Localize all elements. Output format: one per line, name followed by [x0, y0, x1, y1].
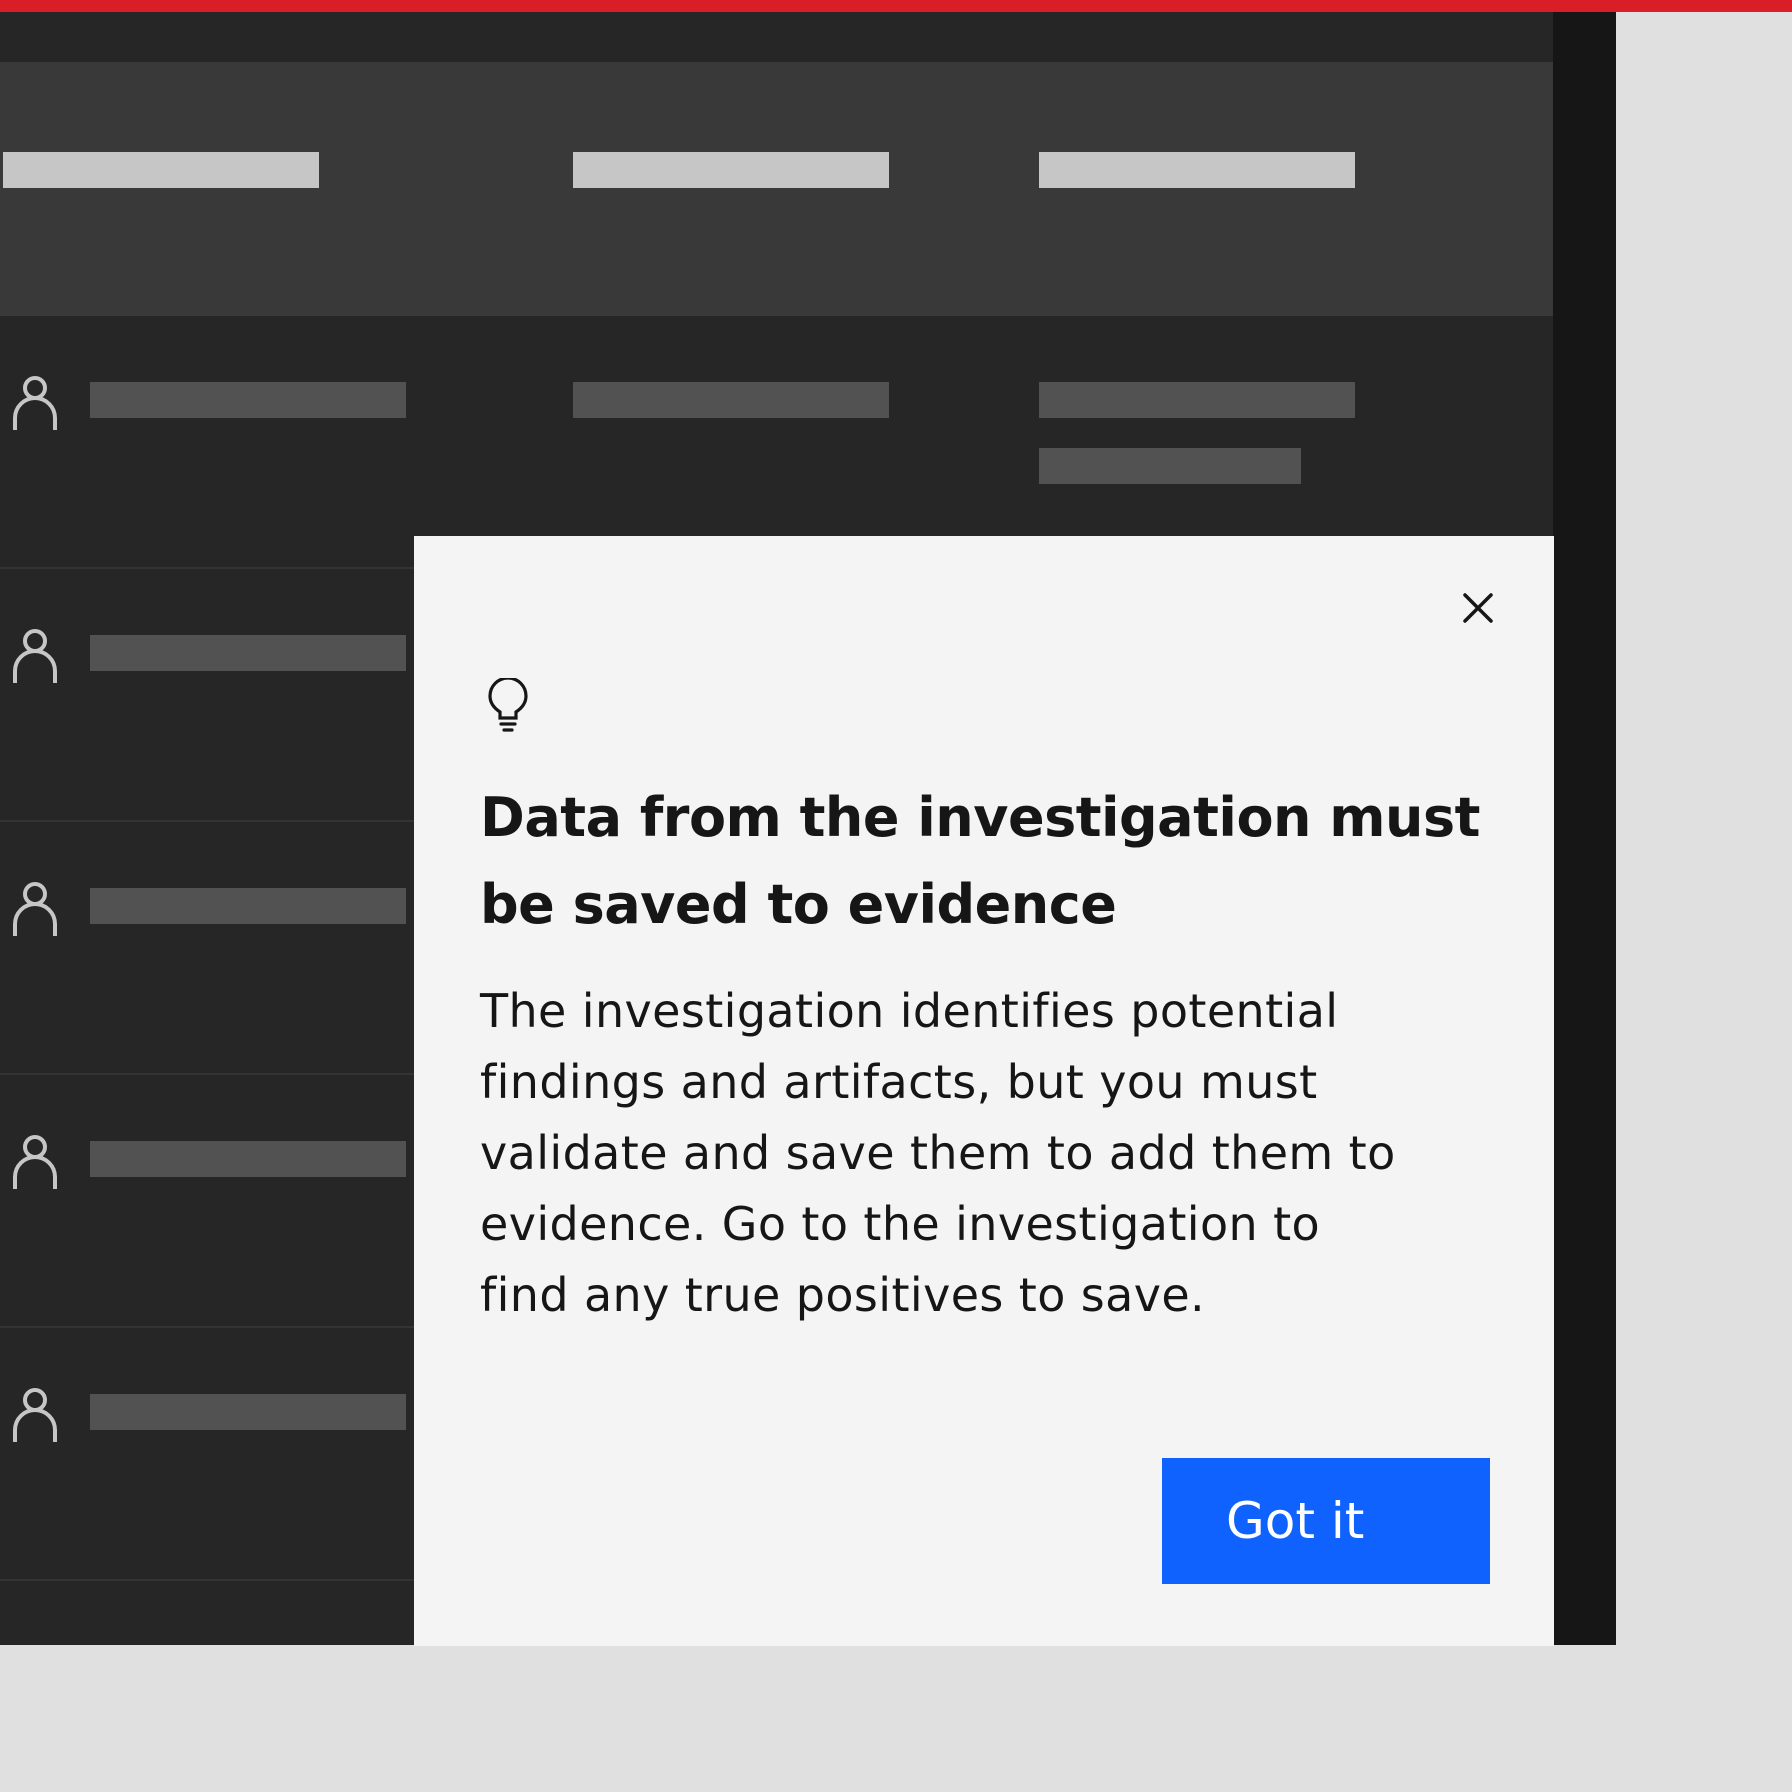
- onboarding-popover: Data from the investigation must be save…: [414, 536, 1554, 1646]
- table-header: [0, 62, 1553, 316]
- got-it-button[interactable]: Got it: [1162, 1458, 1490, 1584]
- user-icon: [13, 376, 57, 430]
- cell-skeleton: [573, 382, 889, 418]
- column-header-skeleton-1: [3, 152, 319, 188]
- table-toolbar: [0, 12, 1553, 62]
- column-header-skeleton-3: [1039, 152, 1355, 188]
- cell-skeleton: [90, 1394, 406, 1430]
- cell-skeleton: [90, 635, 406, 671]
- top-accent-bar: [0, 0, 1792, 12]
- popover-body-text: The investigation identifies potential f…: [480, 984, 1396, 1322]
- popover-title: Data from the investigation must be save…: [480, 786, 1480, 936]
- cell-skeleton: [90, 888, 406, 924]
- user-icon: [13, 1135, 57, 1189]
- cell-skeleton: [1039, 448, 1301, 484]
- column-header-skeleton-2: [573, 152, 889, 188]
- close-button[interactable]: [1456, 586, 1500, 630]
- user-icon: [13, 629, 57, 683]
- lightbulb-icon: [488, 678, 528, 732]
- cell-skeleton: [1039, 382, 1355, 418]
- cell-skeleton: [90, 382, 406, 418]
- user-icon: [13, 882, 57, 936]
- user-icon: [13, 1388, 57, 1442]
- cell-skeleton: [90, 1141, 406, 1177]
- table-row[interactable]: [0, 316, 1553, 569]
- close-icon: [1463, 593, 1493, 623]
